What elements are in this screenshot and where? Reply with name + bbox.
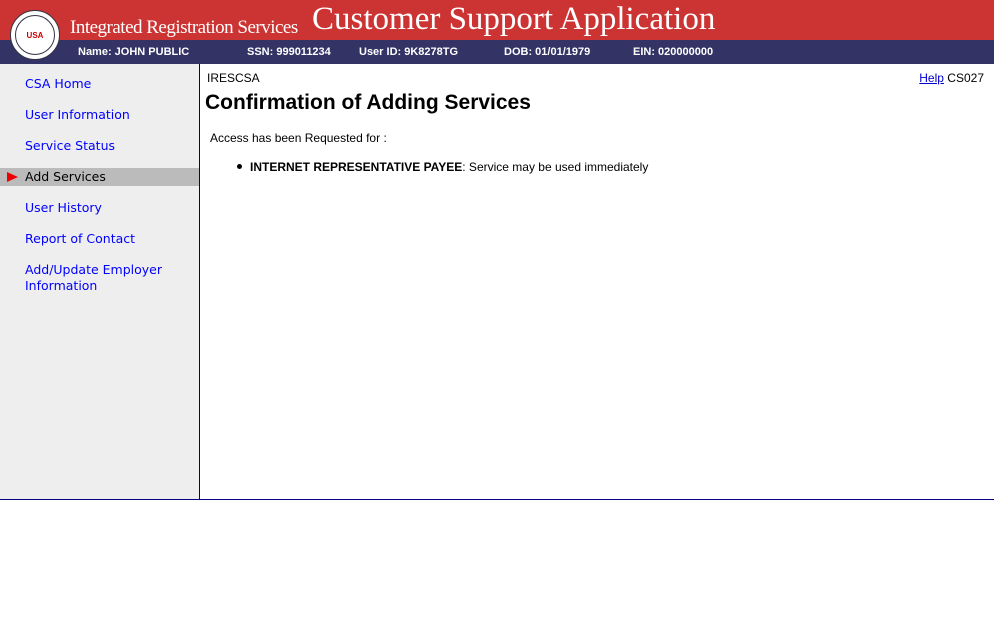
sidebar-item-add-services[interactable]: Add Services bbox=[0, 168, 199, 186]
sidebar-item-label[interactable]: User Information bbox=[25, 107, 130, 123]
flag-icon bbox=[7, 172, 18, 182]
sidebar-item-label[interactable]: Report of Contact bbox=[25, 231, 135, 247]
header-banner: Integrated Registration Services Custome… bbox=[0, 0, 994, 40]
user-id: User ID: 9K8278TG bbox=[359, 46, 459, 58]
sidebar-item-label[interactable]: CSA Home bbox=[25, 76, 91, 92]
sidebar-item-label[interactable]: Service Status bbox=[25, 138, 115, 154]
header-subtitle: Integrated Registration Services bbox=[70, 17, 298, 38]
main-content: IRESCSA Help CS027 Confirmation of Addin… bbox=[200, 64, 994, 499]
user-ein: EIN: 020000000 bbox=[633, 46, 714, 58]
page-title: Confirmation of Adding Services bbox=[205, 91, 531, 114]
sidebar-item-label[interactable]: Add Services bbox=[25, 169, 106, 185]
ssa-seal-logo: USA bbox=[10, 10, 60, 60]
user-info-bar: Name: JOHN PUBLIC SSN: 999011234 User ID… bbox=[0, 40, 994, 64]
request-text: Access has been Requested for : bbox=[210, 131, 387, 145]
header-title: Customer Support Application bbox=[312, 1, 716, 37]
service-status: : Service may be used immediately bbox=[462, 160, 649, 174]
sidebar-item-label[interactable]: User History bbox=[25, 200, 102, 216]
user-ssn: SSN: 999011234 bbox=[247, 46, 331, 58]
user-dob: DOB: 01/01/1979 bbox=[504, 46, 591, 58]
help-link[interactable]: Help bbox=[919, 71, 944, 85]
list-item: INTERNET REPRESENTATIVE PAYEE: Service m… bbox=[237, 160, 648, 174]
app-code: IRESCSA bbox=[207, 71, 260, 85]
help-area: Help CS027 bbox=[919, 71, 984, 85]
service-name: INTERNET REPRESENTATIVE PAYEE bbox=[250, 160, 463, 174]
screen-code: CS027 bbox=[947, 71, 984, 85]
sidebar-item-label[interactable]: Add/Update Employer Information bbox=[25, 262, 185, 294]
sidebar: CSA Home User Information Service Status… bbox=[0, 64, 200, 499]
user-name: Name: JOHN PUBLIC bbox=[78, 46, 190, 58]
bullet-icon bbox=[237, 164, 242, 169]
divider bbox=[0, 499, 994, 500]
